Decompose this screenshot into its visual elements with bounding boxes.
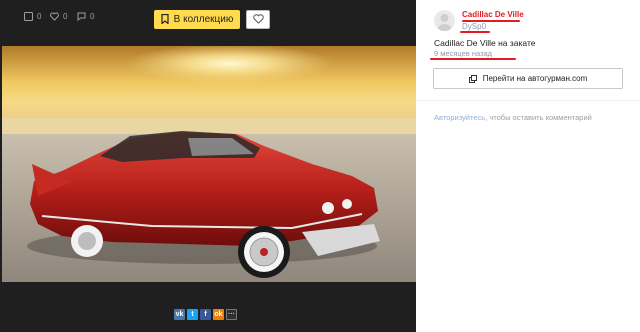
bookmark-icon — [161, 14, 169, 24]
photo-caption: Cadillac De Ville на закате — [434, 38, 536, 48]
photo-viewer: В коллекцию 0 0 0 vk t f ok ··· — [0, 0, 416, 332]
photos-count: 0 — [24, 12, 41, 21]
share-odnoklassniki-button[interactable]: ok — [213, 309, 224, 320]
heart-icon — [253, 14, 264, 24]
car-name-link[interactable]: Cadillac De Ville — [462, 10, 524, 19]
share-facebook-button[interactable]: f — [200, 309, 211, 320]
likes-count[interactable]: 0 — [50, 12, 67, 21]
comment-login-note: Авторизуйтесь, чтобы оставить комментари… — [434, 113, 592, 122]
info-panel: Cadillac De Ville DySp0 Cadillac De Vill… — [416, 0, 640, 332]
car-photo[interactable] — [2, 46, 416, 282]
comments-count[interactable]: 0 — [77, 12, 94, 21]
avatar[interactable] — [434, 10, 455, 31]
share-buttons: vk t f ok ··· — [174, 309, 237, 320]
likes-count-value: 0 — [63, 12, 68, 21]
user-silhouette-icon — [437, 14, 452, 31]
comment-note-text: , чтобы оставить комментарий — [485, 113, 592, 122]
red-underline-time — [430, 58, 516, 60]
comments-count-value: 0 — [90, 12, 95, 21]
add-to-collection-button[interactable]: В коллекцию — [153, 9, 241, 29]
add-to-collection-label: В коллекцию — [173, 13, 234, 25]
image-icon — [24, 12, 33, 21]
sunset-car-image — [2, 46, 416, 282]
heart-icon — [50, 12, 59, 21]
like-button[interactable] — [246, 9, 271, 29]
login-link[interactable]: Авторизуйтесь — [434, 113, 485, 122]
goto-site-label: Перейти на автогурман.com — [482, 74, 588, 83]
share-twitter-button[interactable]: t — [187, 309, 198, 320]
red-underline-user — [460, 31, 490, 33]
comment-icon — [77, 12, 86, 21]
divider — [416, 100, 640, 101]
time-ago: 9 месяцев назад — [434, 49, 493, 58]
goto-site-button[interactable]: Перейти на автогурман.com — [433, 68, 623, 89]
share-vk-button[interactable]: vk — [174, 309, 185, 320]
share-more-button[interactable]: ··· — [226, 309, 237, 320]
external-link-icon — [468, 74, 477, 83]
photos-count-value: 0 — [37, 12, 42, 21]
user-name-link[interactable]: DySp0 — [462, 22, 486, 31]
